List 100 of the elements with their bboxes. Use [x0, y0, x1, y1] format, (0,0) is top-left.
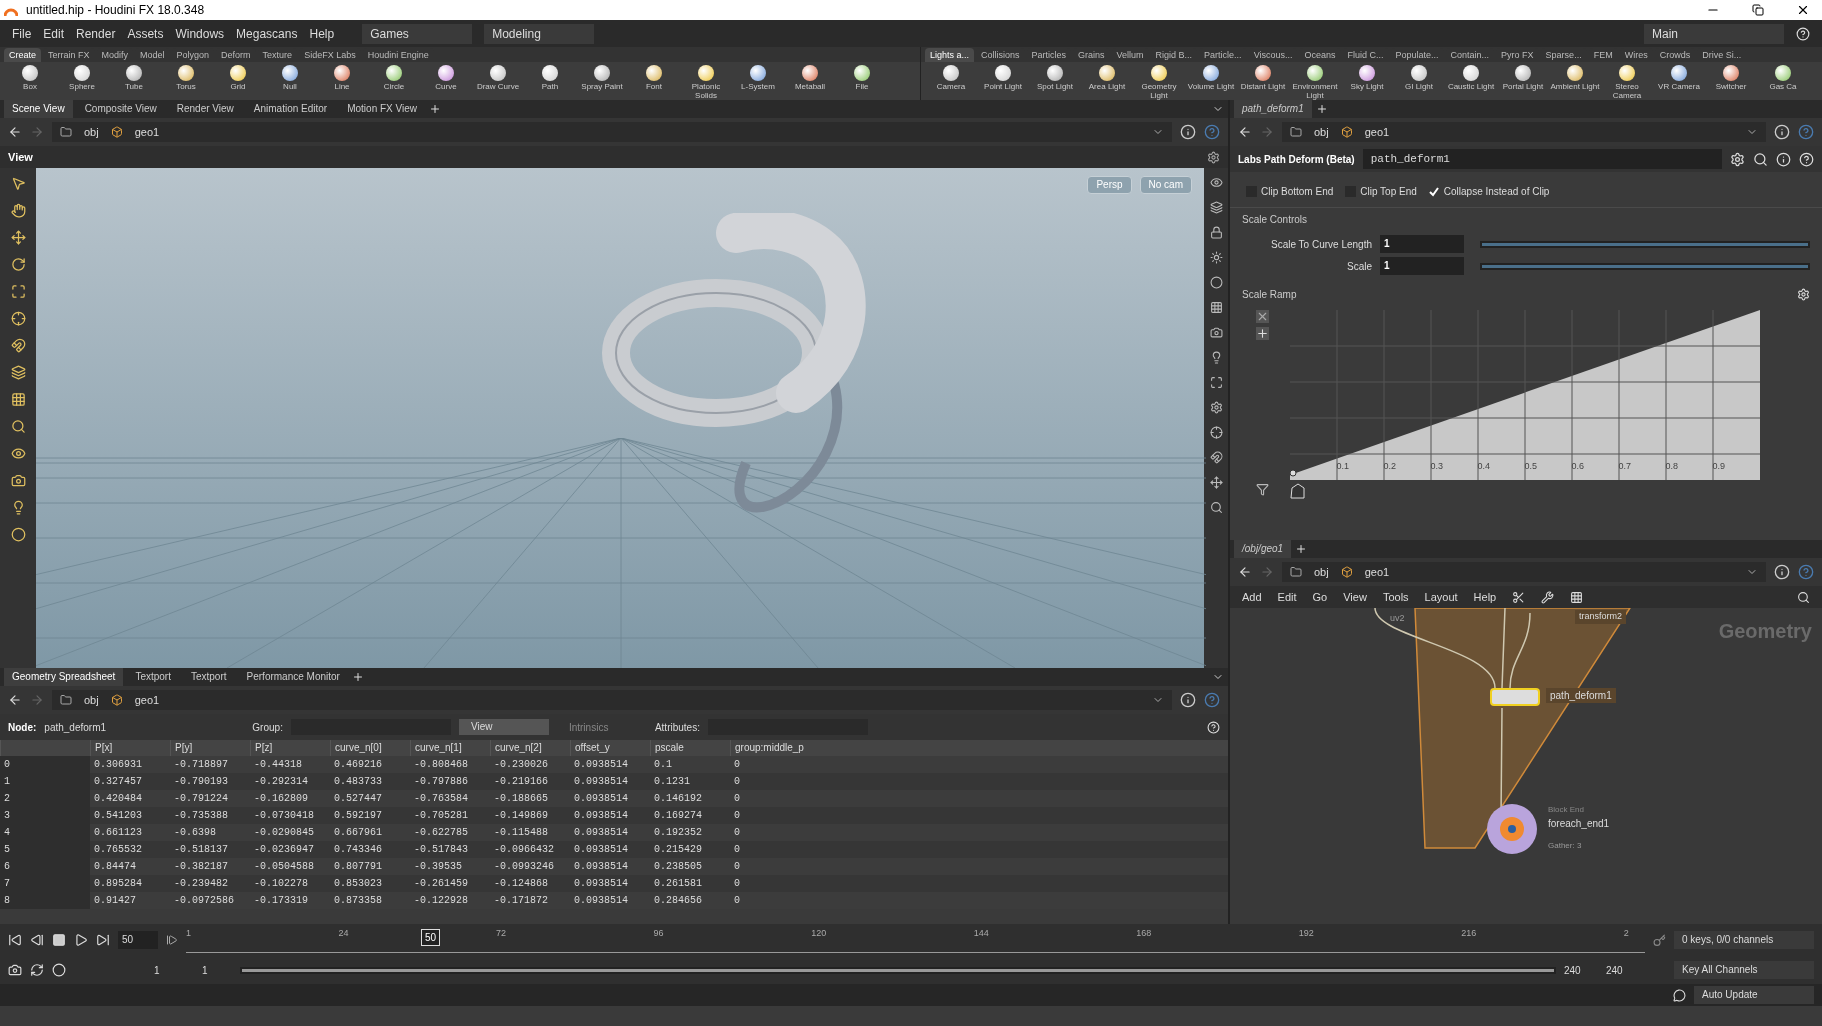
shelf-tab[interactable]: Create [4, 48, 41, 62]
path-segment[interactable]: geo1 [1364, 123, 1390, 141]
path-segment[interactable]: obj [84, 691, 99, 709]
shelf-tool[interactable]: Point Light [984, 82, 1022, 91]
add-tab-icon[interactable] [429, 103, 441, 115]
eye-icon[interactable] [1209, 176, 1223, 189]
restore-icon[interactable] [1752, 4, 1764, 16]
search-icon[interactable] [10, 419, 26, 434]
back-icon[interactable] [1238, 565, 1252, 579]
menu-item[interactable]: Add [1242, 588, 1262, 606]
shelf-tool[interactable]: Null [283, 82, 297, 91]
shelf-tool[interactable]: Platonic Solids [680, 82, 732, 100]
add-point-icon[interactable] [1255, 327, 1269, 340]
rotate-icon[interactable] [10, 257, 26, 272]
ramp-graph[interactable] [1290, 310, 1760, 500]
start-field[interactable]: 1 [202, 962, 232, 978]
path-field[interactable]: obj geo1 [1282, 122, 1766, 142]
add-tab-icon[interactable] [351, 671, 364, 683]
key-all-button[interactable]: Key All Channels [1674, 961, 1814, 979]
shelf-tool[interactable]: Distant Light [1240, 82, 1286, 91]
path-segment[interactable]: geo1 [134, 123, 160, 141]
node-box[interactable] [1490, 688, 1540, 706]
shelf-tool[interactable]: GI Light [1405, 82, 1433, 91]
pane-tab[interactable]: Motion FX View [339, 100, 425, 118]
update-mode-button[interactable]: Auto Update [1694, 986, 1814, 1004]
shelf-tool[interactable]: Tube [125, 82, 143, 91]
grid-icon[interactable] [10, 392, 26, 407]
camera-icon[interactable] [10, 473, 26, 488]
search-icon[interactable] [1209, 501, 1223, 514]
desktop-menu[interactable]: Games [362, 23, 473, 44]
menu-item[interactable]: Windows [175, 24, 225, 43]
add-tab-icon[interactable] [1315, 103, 1328, 115]
last-frame-icon[interactable] [96, 933, 110, 947]
value-field[interactable]: 1 [1380, 235, 1464, 253]
end-field[interactable]: 240 [1564, 962, 1598, 978]
pane-tab[interactable]: Composite View [76, 100, 165, 118]
circle-icon[interactable] [10, 527, 26, 542]
info-icon[interactable] [1774, 124, 1790, 140]
camera-icon[interactable] [1209, 326, 1223, 339]
shelf-tool[interactable]: Area Light [1088, 82, 1126, 91]
menu-item[interactable]: Edit [1277, 588, 1297, 606]
current-frame-marker[interactable]: 50 [421, 929, 441, 946]
info-icon[interactable] [1180, 692, 1196, 708]
shelf-tool[interactable]: Metaball [794, 82, 826, 91]
camera-icon[interactable] [8, 963, 22, 977]
circle-icon[interactable] [52, 963, 66, 977]
funnel-icon[interactable] [1255, 483, 1269, 496]
menu-item[interactable]: View [1343, 588, 1367, 606]
back-icon[interactable] [8, 693, 22, 707]
value-field[interactable]: 1 [1380, 257, 1464, 275]
hand-icon[interactable] [10, 203, 26, 218]
info-icon[interactable] [1180, 124, 1196, 140]
key-icon[interactable] [1653, 933, 1666, 947]
circle-icon[interactable] [1209, 276, 1223, 289]
path-field[interactable]: obj geo1 [52, 690, 1172, 710]
context-menu[interactable]: Modeling [484, 23, 595, 44]
pane-tab[interactable]: Textport [127, 668, 179, 686]
shelf-tool[interactable]: Draw Curve [476, 82, 520, 91]
wrench-icon[interactable] [1541, 590, 1555, 604]
chat-icon[interactable] [1673, 988, 1686, 1002]
shelf-tool[interactable]: Stereo Camera [1601, 82, 1653, 100]
stop-icon[interactable] [52, 933, 66, 947]
grid-icon[interactable] [1570, 590, 1584, 604]
shelf-tool[interactable]: Circle [383, 82, 405, 91]
move-icon[interactable] [1209, 476, 1223, 489]
pane-tab[interactable]: Geometry Spreadsheet [4, 668, 124, 686]
menu-item[interactable]: Assets [127, 24, 164, 43]
shelf-tool[interactable]: Ambient Light [1550, 82, 1600, 91]
path-field[interactable]: obj geo1 [52, 122, 1172, 142]
layers-icon[interactable] [1209, 201, 1223, 214]
delete-point-icon[interactable] [1255, 310, 1269, 323]
view-menu[interactable]: View [458, 719, 549, 735]
sun-icon[interactable] [1209, 251, 1223, 264]
scale-icon[interactable] [10, 284, 26, 299]
layers-icon[interactable] [10, 365, 26, 380]
menu-item[interactable]: Megascans [236, 24, 298, 43]
path-segment[interactable]: geo1 [134, 691, 160, 709]
menu-item[interactable]: Tools [1382, 588, 1409, 606]
shelf-tool[interactable]: Gas Ca [1769, 82, 1797, 91]
step-back-icon[interactable] [30, 933, 44, 947]
pane-tab[interactable]: Textport [182, 668, 235, 686]
loop-node-icon[interactable] [1486, 803, 1538, 855]
shelf-tool[interactable]: Caustic Light [1447, 82, 1495, 91]
eye-icon[interactable] [10, 446, 26, 461]
shelf-tool[interactable]: Environment Light [1289, 82, 1341, 100]
shelf-tool[interactable]: Geometry Light [1133, 82, 1185, 100]
shelf-tool[interactable]: Line [334, 82, 350, 91]
crosshair-icon[interactable] [10, 311, 26, 326]
frame-field[interactable]: 50 [118, 931, 158, 949]
pane-tab[interactable]: Animation Editor [245, 100, 336, 118]
info-icon[interactable] [1774, 564, 1790, 580]
settings-icon[interactable] [1209, 401, 1223, 414]
menu-item[interactable]: File [12, 24, 32, 43]
shelf-tool[interactable]: Portal Light [1502, 82, 1544, 91]
search-icon[interactable] [1753, 151, 1768, 167]
search-icon[interactable] [1797, 590, 1810, 604]
crosshair-icon[interactable] [1209, 426, 1223, 439]
move-icon[interactable] [10, 230, 26, 245]
scissors-icon[interactable] [1512, 590, 1526, 604]
pane-tab[interactable]: Render View [168, 100, 242, 118]
